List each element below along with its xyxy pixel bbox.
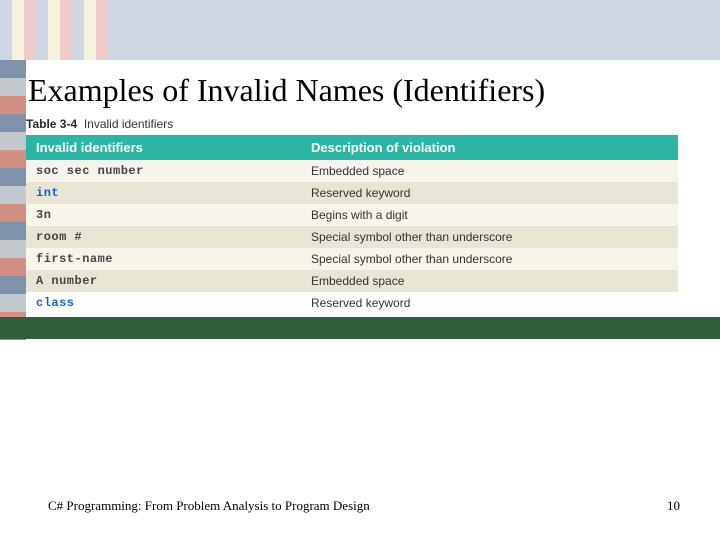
table-row: int Reserved keyword bbox=[26, 182, 678, 204]
cell-description: Embedded space bbox=[301, 160, 678, 182]
decorative-green-bar bbox=[0, 317, 720, 339]
footer-book-title: C# Programming: From Problem Analysis to… bbox=[48, 498, 370, 514]
cell-identifier: class bbox=[26, 292, 301, 314]
table-row: A number Embedded space bbox=[26, 270, 678, 292]
decorative-left-stripe bbox=[0, 60, 26, 340]
cell-identifier: A number bbox=[26, 270, 301, 292]
cell-description: Begins with a digit bbox=[301, 204, 678, 226]
table-body: soc sec number Embedded space int Reserv… bbox=[26, 160, 678, 314]
cell-description: Reserved keyword bbox=[301, 182, 678, 204]
table-row: room # Special symbol other than undersc… bbox=[26, 226, 678, 248]
cell-description: Reserved keyword bbox=[301, 292, 678, 314]
table-caption: Table 3-4 Invalid identifiers bbox=[26, 117, 696, 131]
cell-identifier: soc sec number bbox=[26, 160, 301, 182]
table-header-row: Invalid identifiers Description of viola… bbox=[26, 135, 678, 160]
col-header-identifier: Invalid identifiers bbox=[26, 135, 301, 160]
slide-title: Examples of Invalid Names (Identifiers) bbox=[28, 72, 696, 109]
cell-identifier: room # bbox=[26, 226, 301, 248]
cell-identifier: int bbox=[26, 182, 301, 204]
table-row: soc sec number Embedded space bbox=[26, 160, 678, 182]
table-row: 3n Begins with a digit bbox=[26, 204, 678, 226]
table-row: class Reserved keyword bbox=[26, 292, 678, 314]
slide-footer: C# Programming: From Problem Analysis to… bbox=[48, 498, 680, 514]
cell-description: Embedded space bbox=[301, 270, 678, 292]
col-header-description: Description of violation bbox=[301, 135, 678, 160]
invalid-identifiers-table: Invalid identifiers Description of viola… bbox=[26, 135, 678, 314]
cell-identifier: 3n bbox=[26, 204, 301, 226]
table-row: first-name Special symbol other than und… bbox=[26, 248, 678, 270]
table-caption-text: Invalid identifiers bbox=[84, 117, 173, 131]
cell-description: Special symbol other than underscore bbox=[301, 248, 678, 270]
cell-identifier: first-name bbox=[26, 248, 301, 270]
footer-page-number: 10 bbox=[667, 498, 680, 514]
table-number: Table 3-4 bbox=[26, 117, 77, 131]
decorative-top-stripe bbox=[0, 0, 720, 60]
slide-content: Examples of Invalid Names (Identifiers) … bbox=[26, 60, 696, 314]
cell-description: Special symbol other than underscore bbox=[301, 226, 678, 248]
